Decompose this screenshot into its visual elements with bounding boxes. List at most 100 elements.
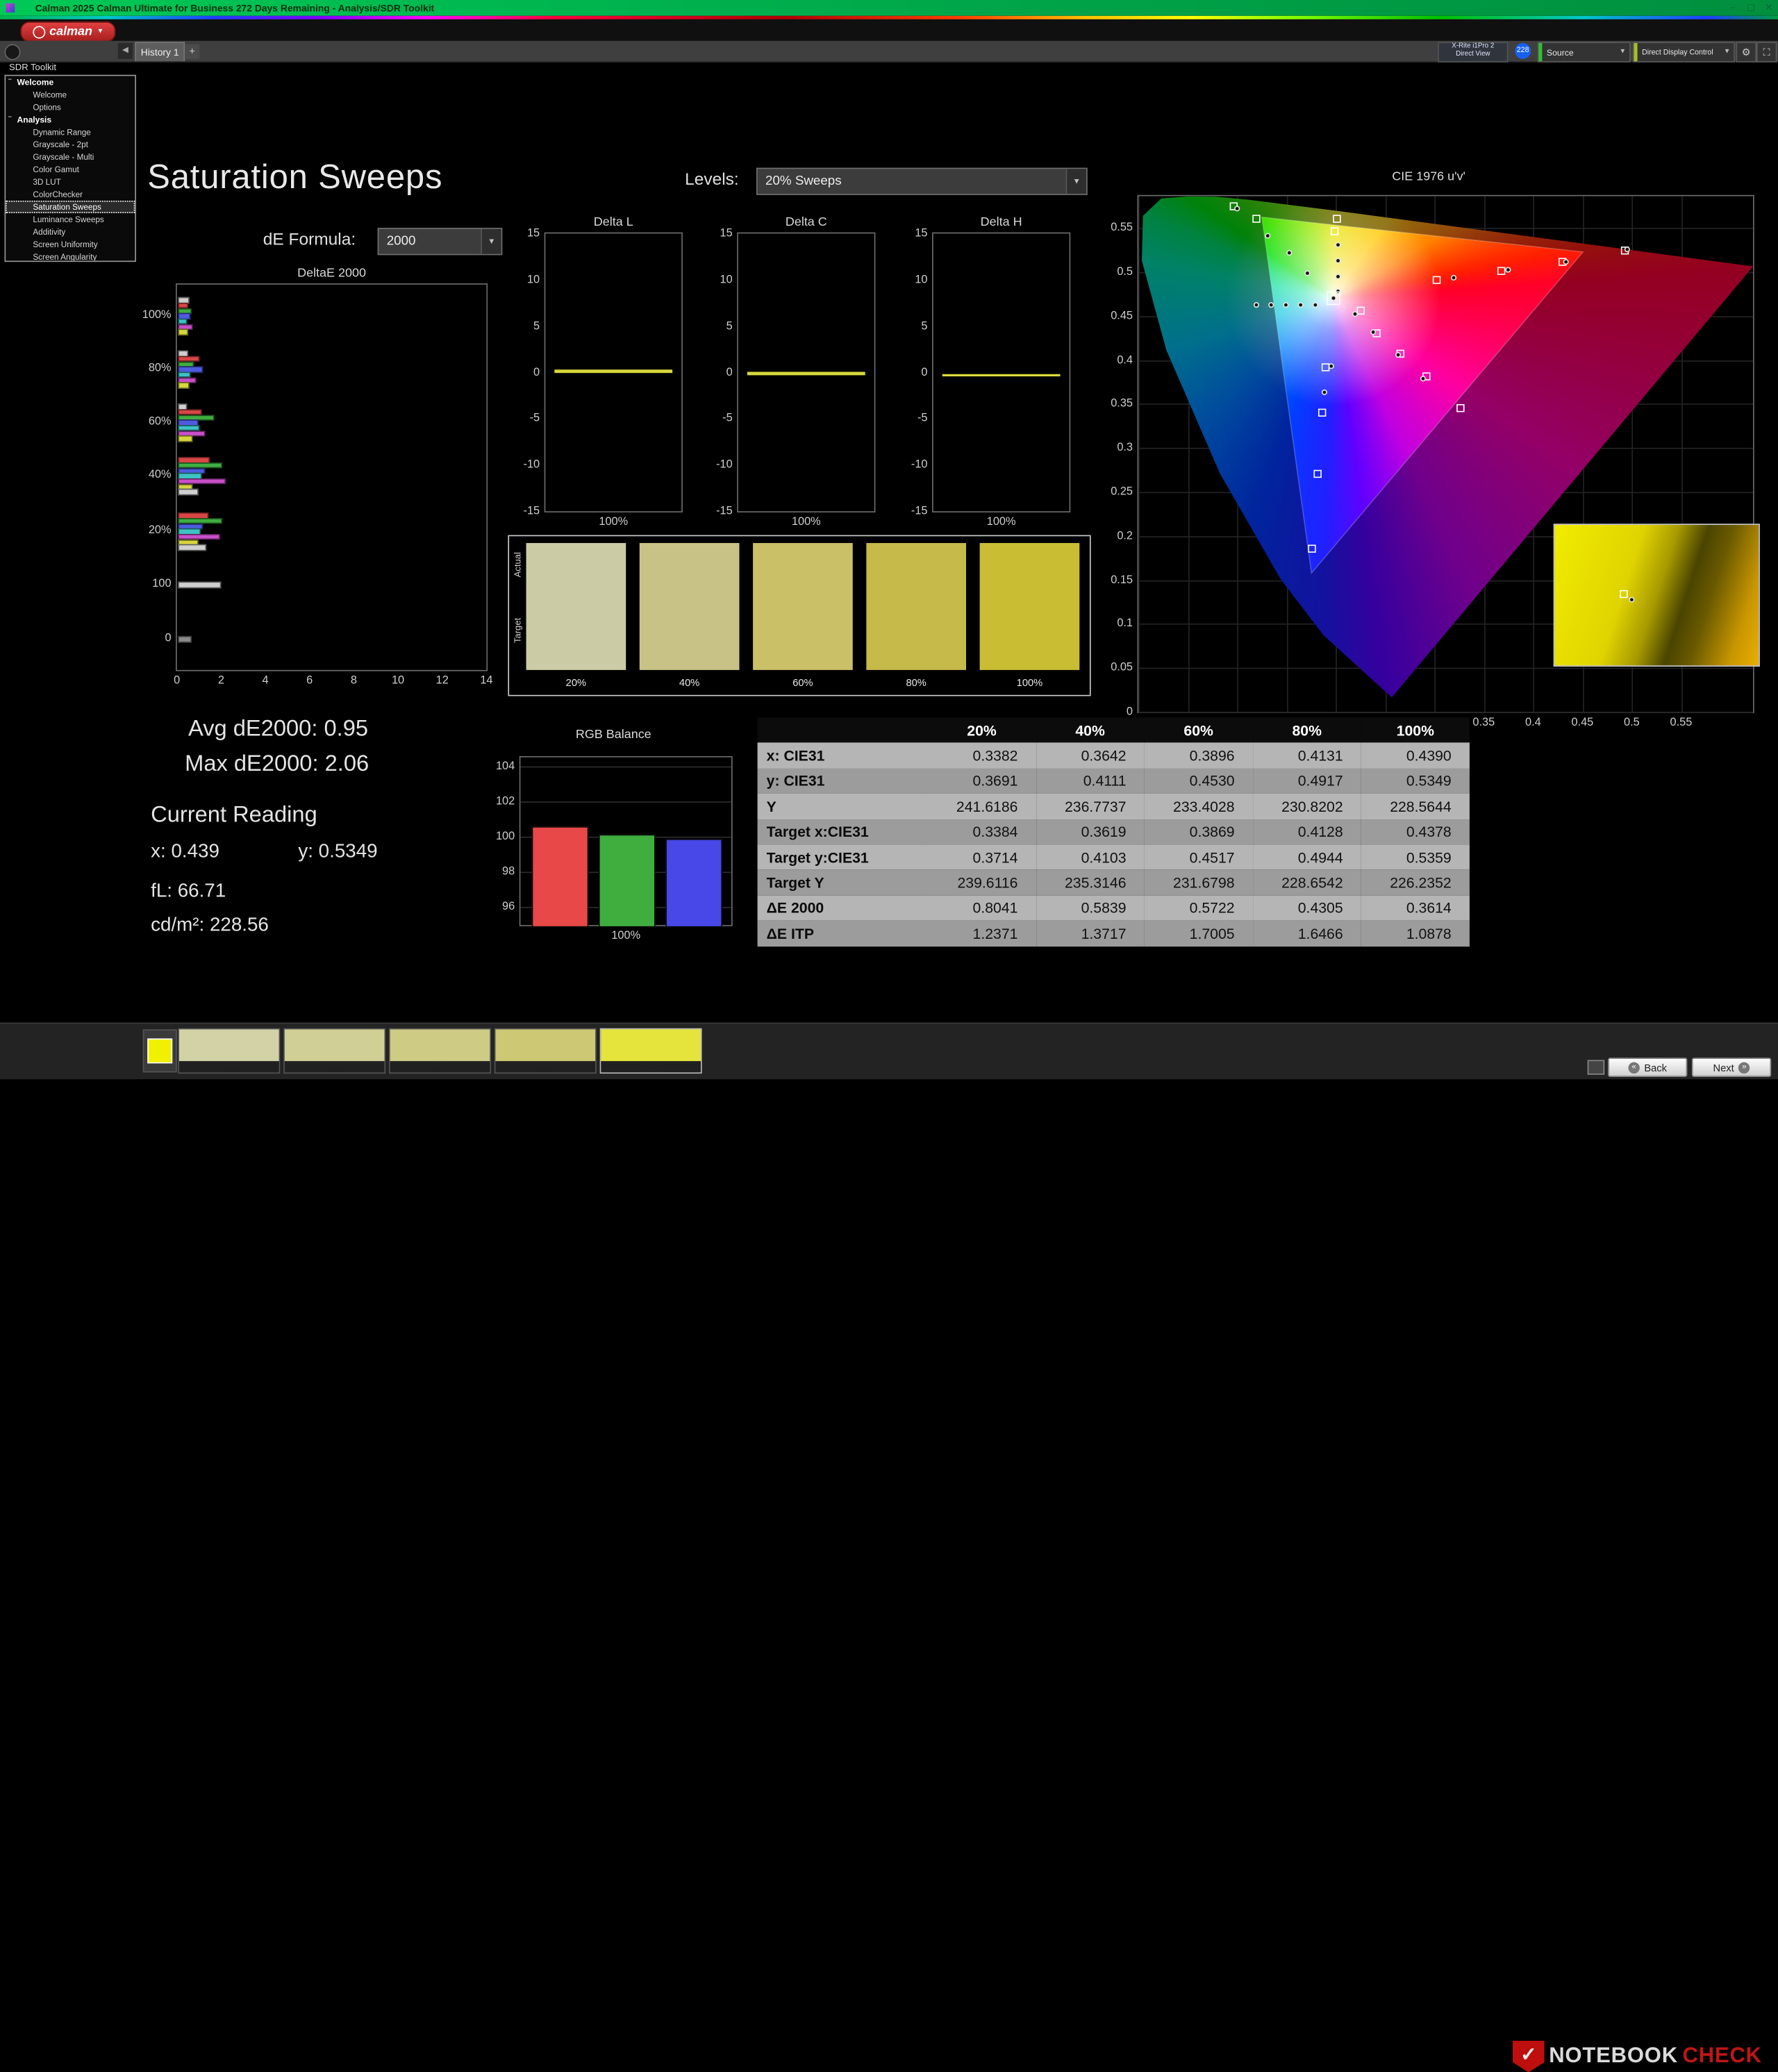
delta-axis-tick: 15: [720, 227, 733, 240]
maximize-icon[interactable]: ▢: [1742, 1, 1760, 15]
sweep-patch-fill: [178, 1029, 279, 1062]
table-value-cell: 0.4111: [1036, 768, 1145, 794]
cie-target-square: [1332, 214, 1341, 223]
sweep-patch-button-60%[interactable]: 60%: [388, 1028, 491, 1074]
session-indicator-icon[interactable]: [4, 44, 21, 60]
rgb-bar-red: [531, 826, 589, 928]
sidebar-item-dynamic-range[interactable]: Dynamic Range: [6, 126, 135, 138]
back-button[interactable]: « Back: [1608, 1058, 1688, 1078]
tree-section-analysis[interactable]: − Analysis: [6, 113, 135, 126]
table-value-cell: 0.4944: [1252, 844, 1361, 870]
delta-axis-tick: -10: [523, 458, 540, 471]
current-cdm2: cd/m²: 228.56: [151, 913, 269, 935]
watermark-notebook: NOTEBOOK: [1549, 2044, 1678, 2068]
de-formula-dropdown[interactable]: 2000 ▼: [377, 228, 503, 256]
cie-target-square: [1252, 215, 1261, 224]
sidebar-item-screen-angularity[interactable]: Screen Angularity: [6, 251, 135, 260]
minimize-icon[interactable]: –: [1724, 1, 1742, 15]
sidebar-item-grayscale-multi[interactable]: Grayscale - Multi: [6, 151, 135, 163]
tab-scroll-left-button[interactable]: ◀: [117, 43, 133, 59]
levels-dropdown[interactable]: 20% Sweeps ▼: [756, 167, 1088, 195]
sidebar-item-luminance-sweeps[interactable]: Luminance Sweeps: [6, 213, 135, 226]
rgb-balance-title: RGB Balance: [575, 728, 651, 742]
luminance-badge[interactable]: 228: [1515, 43, 1531, 59]
cie-x-tick: 0.5: [1624, 716, 1640, 729]
cie-x-tick: 0.45: [1571, 716, 1594, 729]
sweep-patch-button-80%[interactable]: 80%: [494, 1028, 597, 1074]
sidebar-item-3d-lut[interactable]: 3D LUT: [6, 176, 135, 188]
sweep-patch-button-40%[interactable]: 40%: [283, 1028, 386, 1074]
deltae2000-chart-title: DeltaE 2000: [297, 266, 366, 281]
delta-axis-tick: 0: [726, 366, 733, 379]
delta-h-title: Delta H: [980, 215, 1022, 229]
table-value-cell: 0.3642: [1036, 743, 1145, 769]
sweep-patch-button-100%[interactable]: 100%: [599, 1028, 702, 1074]
tree-expander-icon[interactable]: −: [8, 77, 12, 84]
table-value-cell: 0.4128: [1252, 819, 1361, 845]
add-tab-button[interactable]: +: [185, 44, 200, 59]
sidebar-item-additivity[interactable]: Additivity: [6, 226, 135, 238]
sidebar-item-welcome[interactable]: Welcome: [6, 88, 135, 101]
sweep-patch-fill: [284, 1029, 385, 1062]
current-reading-heading: Current Reading: [151, 802, 317, 828]
sidebar-item-grayscale-2pt[interactable]: Grayscale - 2pt: [6, 138, 135, 151]
table-value-cell: 0.4103: [1036, 844, 1145, 870]
cie-measured-point: [1563, 258, 1569, 265]
cie-measured-point: [1505, 266, 1511, 273]
delta-l-chart: Delta L 15 10 5 0 -5 -10 -15 100%: [524, 215, 683, 528]
cie-measured-point: [1304, 270, 1311, 276]
table-row-label: Target x:CIE31: [757, 819, 928, 845]
sidebar-item-color-gamut[interactable]: Color Gamut: [6, 163, 135, 176]
sidebar-item-colorchecker[interactable]: ColorChecker: [6, 188, 135, 201]
sweep-swatch-100%: [979, 543, 1080, 670]
cie-measured-point: [1335, 258, 1341, 264]
table-value-cell: 0.3714: [927, 844, 1036, 870]
layout-icon[interactable]: ⛶: [1756, 42, 1777, 62]
target-label: Target: [512, 617, 523, 644]
table-header-cell: 20%: [927, 717, 1036, 744]
display-control-dropdown[interactable]: Direct Display Control ▼: [1633, 42, 1735, 62]
table-value-cell: 0.4390: [1361, 743, 1470, 769]
cie-y-tick: 0.55: [1111, 222, 1133, 235]
workflow-tree: − Welcome Welcome Options − Analysis Dynamic R…: [4, 74, 136, 262]
table-row-label: y: CIE31: [757, 768, 928, 794]
cie-y-tick: 0.2: [1117, 529, 1133, 542]
cie-panel: CIE 1976 u'v' 0 0.05 0.1 0.15 0.2 0.25 0.3 0.35…: [1097, 168, 1760, 729]
delta-c-chart: Delta C 15 10 5 0 -5 -10 -15 100%: [716, 215, 876, 528]
tree-section-welcome[interactable]: − Welcome: [6, 76, 135, 88]
delta-axis-tick: 10: [915, 274, 928, 286]
levels-label: Levels:: [685, 169, 739, 190]
table-value-cell: 0.4305: [1252, 895, 1361, 921]
tree-expander-icon[interactable]: −: [8, 115, 12, 122]
next-button[interactable]: Next »: [1691, 1058, 1772, 1078]
cie-y-tick: 0: [1126, 705, 1133, 719]
max-de2000: Max dE2000: 2.06: [185, 751, 369, 777]
source-dropdown[interactable]: Source ▼: [1537, 42, 1631, 62]
notebookcheck-watermark: ✓ NOTEBOOK CHECK: [1512, 2040, 1762, 2072]
sidebar-item-saturation-sweeps[interactable]: Saturation Sweeps: [6, 200, 135, 213]
current-patch-button[interactable]: [142, 1029, 177, 1073]
sweep-swatch-label: 80%: [906, 676, 927, 689]
sweep-swatch-label: 20%: [565, 676, 587, 689]
deltae-bar-white: [178, 544, 207, 551]
table-header-cell: [757, 717, 928, 744]
cie-y-tick: 0.25: [1111, 485, 1133, 499]
tab-history-1[interactable]: History 1: [135, 42, 185, 62]
sidebar-item-screen-uniformity[interactable]: Screen Uniformity: [6, 238, 135, 251]
cie-measured-point: [1268, 301, 1274, 308]
sweep-patch-button-20%[interactable]: 20%: [178, 1028, 281, 1074]
table-value-cell: 236.7737: [1036, 794, 1145, 819]
close-icon[interactable]: ✕: [1760, 1, 1778, 15]
sidebar-item-options[interactable]: Options: [6, 101, 135, 113]
rgb-balance-chart: 104 102 100 98 96 100%: [496, 755, 733, 942]
gear-icon[interactable]: ⚙: [1736, 42, 1756, 62]
deltae-bar-yellow: [178, 382, 190, 389]
de-formula-value: 2000: [386, 234, 416, 249]
meter-button[interactable]: X-Rite i1Pro 2 Direct View: [1438, 42, 1509, 62]
display-window-icon[interactable]: [1587, 1060, 1605, 1075]
table-value-cell: 233.4028: [1144, 794, 1253, 819]
table-value-cell: 0.4378: [1361, 819, 1470, 845]
table-value-cell: 228.6542: [1252, 869, 1361, 896]
calman-menu-button[interactable]: calman ▼: [20, 22, 116, 42]
table-value-cell: 0.5839: [1036, 895, 1145, 921]
